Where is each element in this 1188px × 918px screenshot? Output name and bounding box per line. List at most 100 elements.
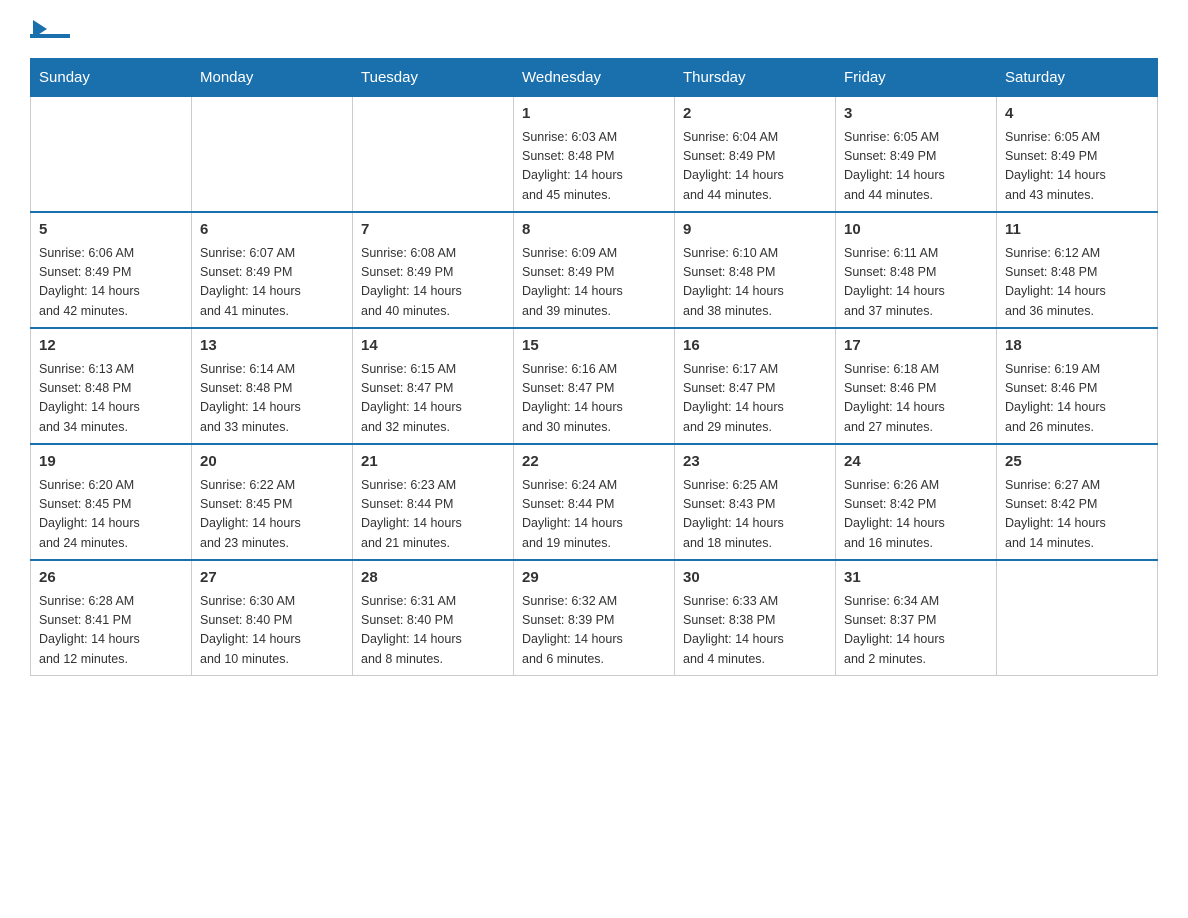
calendar-cell: 24Sunrise: 6:26 AM Sunset: 8:42 PM Dayli… [836,444,997,560]
calendar-cell: 28Sunrise: 6:31 AM Sunset: 8:40 PM Dayli… [353,560,514,676]
day-number: 1 [522,103,666,126]
calendar-cell: 10Sunrise: 6:11 AM Sunset: 8:48 PM Dayli… [836,212,997,328]
day-number: 30 [683,567,827,590]
calendar-cell: 14Sunrise: 6:15 AM Sunset: 8:47 PM Dayli… [353,328,514,444]
day-info: Sunrise: 6:17 AM Sunset: 8:47 PM Dayligh… [683,360,827,438]
day-info: Sunrise: 6:08 AM Sunset: 8:49 PM Dayligh… [361,244,505,322]
calendar-week-row: 1Sunrise: 6:03 AM Sunset: 8:48 PM Daylig… [31,97,1158,213]
logo-bar [30,34,70,38]
day-number: 31 [844,567,988,590]
calendar-cell [31,97,192,213]
day-number: 28 [361,567,505,590]
day-info: Sunrise: 6:10 AM Sunset: 8:48 PM Dayligh… [683,244,827,322]
calendar-cell: 20Sunrise: 6:22 AM Sunset: 8:45 PM Dayli… [192,444,353,560]
day-info: Sunrise: 6:25 AM Sunset: 8:43 PM Dayligh… [683,476,827,554]
calendar-cell: 16Sunrise: 6:17 AM Sunset: 8:47 PM Dayli… [675,328,836,444]
day-info: Sunrise: 6:13 AM Sunset: 8:48 PM Dayligh… [39,360,183,438]
calendar-table: SundayMondayTuesdayWednesdayThursdayFrid… [30,58,1158,676]
calendar-cell: 5Sunrise: 6:06 AM Sunset: 8:49 PM Daylig… [31,212,192,328]
calendar-cell [353,97,514,213]
day-number: 25 [1005,451,1149,474]
day-info: Sunrise: 6:22 AM Sunset: 8:45 PM Dayligh… [200,476,344,554]
day-info: Sunrise: 6:03 AM Sunset: 8:48 PM Dayligh… [522,128,666,206]
day-number: 4 [1005,103,1149,126]
day-info: Sunrise: 6:23 AM Sunset: 8:44 PM Dayligh… [361,476,505,554]
calendar-cell [997,560,1158,676]
day-number: 18 [1005,335,1149,358]
day-info: Sunrise: 6:27 AM Sunset: 8:42 PM Dayligh… [1005,476,1149,554]
day-number: 9 [683,219,827,242]
day-info: Sunrise: 6:19 AM Sunset: 8:46 PM Dayligh… [1005,360,1149,438]
day-number: 5 [39,219,183,242]
logo [30,20,74,38]
calendar-cell: 30Sunrise: 6:33 AM Sunset: 8:38 PM Dayli… [675,560,836,676]
calendar-cell: 25Sunrise: 6:27 AM Sunset: 8:42 PM Dayli… [997,444,1158,560]
day-number: 7 [361,219,505,242]
calendar-day-header: Friday [836,59,997,97]
calendar-day-header: Saturday [997,59,1158,97]
day-number: 21 [361,451,505,474]
day-info: Sunrise: 6:12 AM Sunset: 8:48 PM Dayligh… [1005,244,1149,322]
day-info: Sunrise: 6:16 AM Sunset: 8:47 PM Dayligh… [522,360,666,438]
calendar-week-row: 5Sunrise: 6:06 AM Sunset: 8:49 PM Daylig… [31,212,1158,328]
day-info: Sunrise: 6:32 AM Sunset: 8:39 PM Dayligh… [522,592,666,670]
calendar-cell: 23Sunrise: 6:25 AM Sunset: 8:43 PM Dayli… [675,444,836,560]
calendar-day-header: Sunday [31,59,192,97]
day-info: Sunrise: 6:05 AM Sunset: 8:49 PM Dayligh… [1005,128,1149,206]
day-number: 12 [39,335,183,358]
day-info: Sunrise: 6:15 AM Sunset: 8:47 PM Dayligh… [361,360,505,438]
day-number: 22 [522,451,666,474]
calendar-cell: 19Sunrise: 6:20 AM Sunset: 8:45 PM Dayli… [31,444,192,560]
calendar-cell: 13Sunrise: 6:14 AM Sunset: 8:48 PM Dayli… [192,328,353,444]
day-info: Sunrise: 6:26 AM Sunset: 8:42 PM Dayligh… [844,476,988,554]
calendar-header-row: SundayMondayTuesdayWednesdayThursdayFrid… [31,59,1158,97]
day-number: 19 [39,451,183,474]
page-header [30,20,1158,38]
day-info: Sunrise: 6:24 AM Sunset: 8:44 PM Dayligh… [522,476,666,554]
day-info: Sunrise: 6:09 AM Sunset: 8:49 PM Dayligh… [522,244,666,322]
calendar-cell: 8Sunrise: 6:09 AM Sunset: 8:49 PM Daylig… [514,212,675,328]
day-number: 11 [1005,219,1149,242]
day-number: 10 [844,219,988,242]
calendar-cell: 22Sunrise: 6:24 AM Sunset: 8:44 PM Dayli… [514,444,675,560]
calendar-cell: 21Sunrise: 6:23 AM Sunset: 8:44 PM Dayli… [353,444,514,560]
calendar-cell [192,97,353,213]
calendar-cell: 3Sunrise: 6:05 AM Sunset: 8:49 PM Daylig… [836,97,997,213]
day-info: Sunrise: 6:34 AM Sunset: 8:37 PM Dayligh… [844,592,988,670]
day-number: 26 [39,567,183,590]
day-number: 8 [522,219,666,242]
calendar-cell: 18Sunrise: 6:19 AM Sunset: 8:46 PM Dayli… [997,328,1158,444]
day-number: 27 [200,567,344,590]
calendar-cell: 27Sunrise: 6:30 AM Sunset: 8:40 PM Dayli… [192,560,353,676]
day-info: Sunrise: 6:14 AM Sunset: 8:48 PM Dayligh… [200,360,344,438]
day-number: 13 [200,335,344,358]
day-info: Sunrise: 6:30 AM Sunset: 8:40 PM Dayligh… [200,592,344,670]
day-number: 16 [683,335,827,358]
day-number: 3 [844,103,988,126]
day-info: Sunrise: 6:05 AM Sunset: 8:49 PM Dayligh… [844,128,988,206]
day-number: 17 [844,335,988,358]
day-number: 29 [522,567,666,590]
day-number: 2 [683,103,827,126]
calendar-day-header: Tuesday [353,59,514,97]
calendar-cell: 1Sunrise: 6:03 AM Sunset: 8:48 PM Daylig… [514,97,675,213]
day-info: Sunrise: 6:06 AM Sunset: 8:49 PM Dayligh… [39,244,183,322]
calendar-day-header: Thursday [675,59,836,97]
day-number: 24 [844,451,988,474]
calendar-cell: 17Sunrise: 6:18 AM Sunset: 8:46 PM Dayli… [836,328,997,444]
calendar-week-row: 12Sunrise: 6:13 AM Sunset: 8:48 PM Dayli… [31,328,1158,444]
day-info: Sunrise: 6:11 AM Sunset: 8:48 PM Dayligh… [844,244,988,322]
day-info: Sunrise: 6:31 AM Sunset: 8:40 PM Dayligh… [361,592,505,670]
day-number: 14 [361,335,505,358]
day-info: Sunrise: 6:28 AM Sunset: 8:41 PM Dayligh… [39,592,183,670]
day-info: Sunrise: 6:20 AM Sunset: 8:45 PM Dayligh… [39,476,183,554]
day-info: Sunrise: 6:04 AM Sunset: 8:49 PM Dayligh… [683,128,827,206]
calendar-week-row: 26Sunrise: 6:28 AM Sunset: 8:41 PM Dayli… [31,560,1158,676]
calendar-cell: 4Sunrise: 6:05 AM Sunset: 8:49 PM Daylig… [997,97,1158,213]
day-info: Sunrise: 6:33 AM Sunset: 8:38 PM Dayligh… [683,592,827,670]
calendar-cell: 26Sunrise: 6:28 AM Sunset: 8:41 PM Dayli… [31,560,192,676]
calendar-cell: 31Sunrise: 6:34 AM Sunset: 8:37 PM Dayli… [836,560,997,676]
calendar-cell: 7Sunrise: 6:08 AM Sunset: 8:49 PM Daylig… [353,212,514,328]
day-number: 20 [200,451,344,474]
calendar-day-header: Wednesday [514,59,675,97]
